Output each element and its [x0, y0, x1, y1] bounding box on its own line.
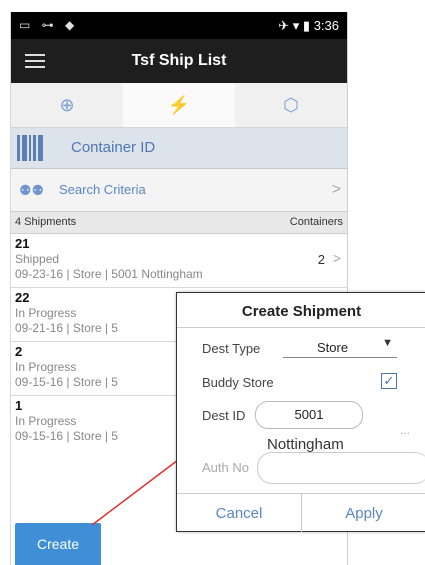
title-bar: Tsf Ship List — [11, 39, 347, 83]
shipment-meta: 09-23-16 | Store | 5001 Nottingham — [15, 267, 203, 281]
containers-header: Containers — [289, 216, 343, 228]
status-icons-right: ✈ ▾ ▮ 3:36 — [278, 18, 339, 33]
auth-no-input[interactable] — [257, 452, 425, 484]
shipment-meta: 09-15-16 | Store | 5 — [15, 429, 118, 443]
chevron-right-icon: > — [331, 181, 341, 198]
list-summary: 4 Shipments Containers — [11, 212, 347, 234]
create-button[interactable]: Create — [15, 523, 101, 565]
dialog-footer: Cancel Apply — [177, 493, 425, 532]
bolt-icon: ⚡ — [167, 94, 191, 115]
search-criteria-row[interactable]: ⚉⚉ Search Criteria > — [11, 169, 347, 212]
search-criteria-label: Search Criteria — [59, 182, 146, 197]
box-icon: ⬡ — [283, 94, 299, 115]
shipment-meta: 09-15-16 | Store | 5 — [15, 375, 118, 389]
dropdown-arrow-icon: ▼ — [382, 337, 393, 349]
status-icons-left: ▭ ⊶ ◆ — [19, 18, 79, 32]
dest-type-select[interactable]: Store ▼ — [283, 337, 397, 358]
dest-id-input[interactable]: 5001 — [255, 401, 363, 429]
chevron-right-icon: > — [332, 250, 341, 266]
container-id-label: Container ID — [71, 139, 156, 156]
shipment-number: 22 — [15, 290, 30, 305]
tab-bar: ⊕ ⚡ ⬡ — [11, 83, 347, 128]
page-title: Tsf Ship List — [131, 52, 227, 69]
apply-button[interactable]: Apply — [302, 494, 425, 532]
shipment-number: 21 — [15, 236, 30, 251]
create-shipment-dialog: Create Shipment Dest Type Store ▼ Buddy … — [176, 292, 425, 532]
shipment-count: 4 Shipments — [15, 216, 77, 228]
shipment-number: 2 — [15, 344, 23, 359]
tab-add[interactable]: ⊕ — [11, 83, 123, 127]
buddy-store-checkbox[interactable]: ✓ — [381, 373, 397, 389]
auth-no-label: Auth No — [202, 460, 249, 475]
buddy-store-label: Buddy Store — [202, 375, 274, 390]
shipment-meta: 09-21-16 | Store | 5 — [15, 321, 118, 335]
shipment-row[interactable]: 21 Shipped 09-23-16 | Store | 5001 Notti… — [11, 234, 347, 288]
shipment-status: In Progress — [15, 360, 77, 374]
barcode-icon[interactable] — [17, 135, 43, 161]
glasses-icon: ⚉⚉ — [19, 182, 45, 198]
container-id-row[interactable]: Container ID — [11, 128, 347, 169]
dest-type-value: Store — [317, 340, 349, 355]
dialog-title: Create Shipment — [241, 303, 362, 320]
tab-box[interactable]: ⬡ — [235, 83, 347, 127]
status-bar: ▭ ⊶ ◆ ✈ ▾ ▮ 3:36 — [11, 12, 347, 39]
cancel-button[interactable]: Cancel — [177, 494, 302, 532]
plus-circle-icon: ⊕ — [59, 94, 75, 115]
shipment-status: In Progress — [15, 306, 77, 320]
container-count: 2 — [317, 252, 325, 267]
shipment-number: 1 — [15, 398, 23, 413]
shipment-status: Shipped — [15, 252, 60, 266]
dest-type-label: Dest Type — [202, 341, 261, 356]
shipment-status: In Progress — [15, 414, 77, 428]
tab-quick[interactable]: ⚡ — [123, 83, 235, 127]
lookup-dots-button[interactable]: ... — [400, 423, 410, 437]
dest-id-label: Dest ID — [202, 408, 246, 423]
dest-name: Nottingham — [267, 436, 344, 453]
